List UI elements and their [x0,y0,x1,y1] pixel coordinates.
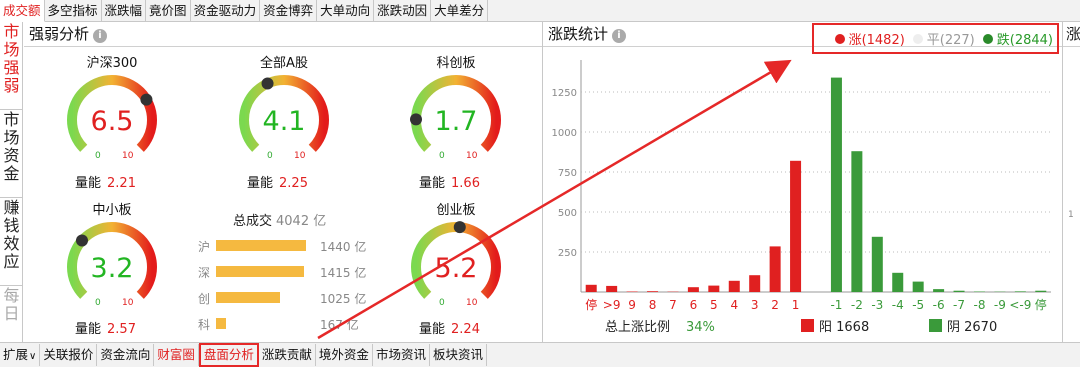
annotation-arrow [317,59,792,340]
